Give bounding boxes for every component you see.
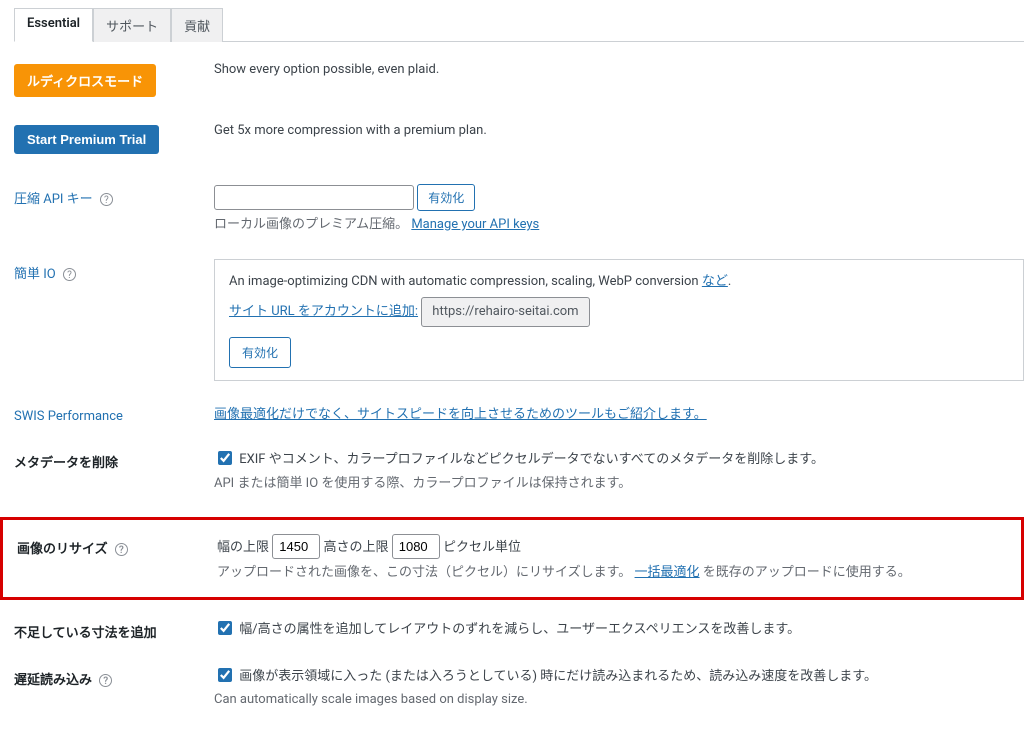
premium-desc: Get 5x more compression with a premium p… — [214, 121, 1024, 141]
add-site-url-link[interactable]: サイト URL をアカウントに追加: — [229, 304, 418, 319]
resize-row: 画像のリサイズ ? 幅の上限 高さの上限 ピクセル単位 アップロードされた画像を… — [17, 534, 1007, 583]
api-key-row: 圧縮 API キー ? 有効化 ローカル画像のプレミアム圧縮。 Manage y… — [14, 184, 1024, 235]
help-icon[interactable]: ? — [100, 193, 113, 206]
easyio-row: 簡単 IO ? An image-optimizing CDN with aut… — [14, 259, 1024, 381]
start-premium-trial-button[interactable]: Start Premium Trial — [14, 125, 159, 154]
metadata-label: メタデータを削除 — [14, 456, 118, 471]
swis-row: SWIS Performance 画像最適化だけでなく、サイトスピードを向上させ… — [14, 405, 1024, 425]
premium-row: Start Premium Trial Get 5x more compress… — [14, 121, 1024, 154]
easyio-more-link[interactable]: など — [702, 274, 728, 289]
metadata-checkbox[interactable] — [218, 451, 232, 465]
missing-dims-label: 不足している寸法を追加 — [14, 626, 157, 641]
resize-height-input[interactable] — [392, 534, 440, 559]
metadata-checkbox-label[interactable]: EXIF やコメント、カラープロファイルなどピクセルデータでないすべてのメタデー… — [214, 452, 824, 467]
api-key-input[interactable] — [214, 185, 414, 210]
help-icon[interactable]: ? — [99, 674, 112, 687]
height-label: 高さの上限 — [323, 540, 388, 555]
lazy-load-label: 遅延読み込み — [14, 673, 92, 688]
help-icon[interactable]: ? — [63, 268, 76, 281]
resize-width-input[interactable] — [272, 534, 320, 559]
lazy-load-help: Can automatically scale images based on … — [214, 690, 1024, 710]
api-key-label: 圧縮 API キー — [14, 192, 93, 207]
easyio-desc: An image-optimizing CDN with automatic c… — [229, 274, 702, 289]
metadata-row: メタデータを削除 EXIF やコメント、カラープロファイルなどピクセルデータでな… — [14, 448, 1024, 493]
missing-dims-checkbox-label[interactable]: 幅/高さの属性を追加してレイアウトのずれを減らし、ユーザーエクスペリエンスを改善… — [214, 622, 800, 637]
settings-tabs: Essential サポート 貢献 — [14, 8, 1024, 42]
resize-desc2: を既存のアップロードに使用する。 — [703, 565, 911, 580]
lazy-load-checkbox-label[interactable]: 画像が表示領域に入った (または入ろうとしている) 時にだけ読み込まれるため、読… — [214, 669, 877, 684]
easyio-label: 簡単 IO — [14, 267, 56, 282]
manage-api-keys-link[interactable]: Manage your API keys — [411, 217, 539, 232]
resize-desc1: アップロードされた画像を、この寸法（ピクセル）にリサイズします。 — [217, 565, 631, 580]
metadata-help: API または簡単 IO を使用する際、カラープロファイルは保持されます。 — [214, 474, 1024, 494]
help-icon[interactable]: ? — [115, 543, 128, 556]
missing-dims-checkbox[interactable] — [218, 621, 232, 635]
lazy-load-row: 遅延読み込み ? 画像が表示領域に入った (または入ろうとしている) 時にだけ読… — [14, 665, 1024, 710]
resize-label: 画像のリサイズ — [17, 542, 108, 557]
ludicrous-desc: Show every option possible, even plaid. — [214, 60, 1024, 80]
swis-label: SWIS Performance — [14, 409, 123, 424]
swis-link[interactable]: 画像最適化だけでなく、サイトスピードを向上させるためのツールもご紹介します。 — [214, 407, 707, 422]
lazy-load-checkbox[interactable] — [218, 668, 232, 682]
site-url-display: https://rehairo-seitai.com — [421, 297, 589, 327]
easyio-box: An image-optimizing CDN with automatic c… — [214, 259, 1024, 381]
easyio-activate-button[interactable]: 有効化 — [229, 337, 291, 368]
missing-dims-row: 不足している寸法を追加 幅/高さの属性を追加してレイアウトのずれを減らし、ユーザ… — [14, 618, 1024, 641]
bulk-optimize-link[interactable]: 一括最適化 — [635, 565, 700, 580]
resize-highlight: 画像のリサイズ ? 幅の上限 高さの上限 ピクセル単位 アップロードされた画像を… — [0, 517, 1024, 600]
tab-contribute[interactable]: 貢献 — [171, 8, 223, 42]
ludicrous-mode-button[interactable]: ルディクロスモード — [14, 64, 156, 97]
tab-essential[interactable]: Essential — [14, 8, 93, 42]
resize-unit: ピクセル単位 — [443, 540, 521, 555]
width-label: 幅の上限 — [217, 540, 269, 555]
ludicrous-row: ルディクロスモード Show every option possible, ev… — [14, 60, 1024, 97]
tab-support[interactable]: サポート — [93, 8, 171, 42]
api-key-help: ローカル画像のプレミアム圧縮。 — [214, 217, 408, 232]
api-key-activate-button[interactable]: 有効化 — [417, 184, 475, 211]
